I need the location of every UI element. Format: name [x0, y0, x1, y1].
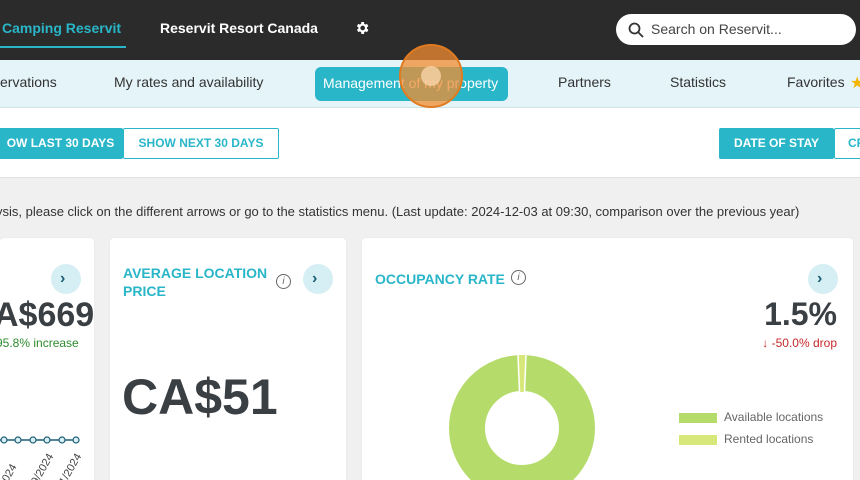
occupancy-card: OCCUPANCY RATE i › 1.5% ↓ -50.0% drop Av… — [362, 238, 853, 480]
click-indicator-center — [421, 66, 441, 86]
chevron-right-icon: › — [817, 270, 823, 287]
info-icon[interactable]: i — [276, 274, 291, 289]
revenue-details-button[interactable]: › — [51, 264, 81, 294]
legend-available: Available locations — [724, 410, 824, 424]
legend-swatch-rented — [679, 435, 717, 445]
date-tick: 29/2024 — [26, 451, 57, 480]
occupancy-donut-chart — [449, 354, 595, 480]
legend-swatch-available — [679, 413, 717, 423]
show-last-30-days-button[interactable]: OW LAST 30 DAYS — [0, 128, 123, 159]
arrow-down-icon: ↓ — [762, 336, 769, 350]
show-next-30-days-button[interactable]: SHOW NEXT 30 DAYS — [123, 128, 279, 159]
creation-date-button[interactable]: CR — [834, 128, 860, 159]
occupancy-details-button[interactable]: › — [808, 264, 838, 294]
chevron-right-icon: › — [60, 270, 66, 287]
average-price-value: CA$51 — [122, 369, 278, 425]
nav-item-partners[interactable]: Partners — [558, 60, 611, 108]
average-price-title: AVERAGE LOCATION PRICE — [123, 265, 268, 299]
gear-icon[interactable] — [354, 20, 370, 36]
revenue-delta: 95.8% increase — [0, 336, 79, 350]
date-of-stay-button[interactable]: DATE OF STAY — [719, 128, 834, 159]
nav-item-favorites[interactable]: Favorites — [787, 60, 845, 108]
date-tick: 024 — [0, 462, 20, 480]
legend-rented: Rented locations — [724, 432, 814, 446]
search-icon — [628, 22, 644, 38]
info-text: ysis, please click on the different arro… — [0, 204, 800, 219]
occupancy-delta-text: -50.0% drop — [771, 336, 837, 350]
average-price-details-button[interactable]: › — [303, 264, 333, 294]
occupancy-title: OCCUPANCY RATE — [375, 271, 505, 287]
star-icon[interactable]: ★ — [850, 73, 860, 93]
nav-item-reservations[interactable]: ervations — [0, 60, 57, 108]
date-tick: 01/2024 — [54, 451, 85, 480]
revenue-card: › A$669 95.8% increase 024 29/2024 01/20… — [0, 238, 94, 480]
average-price-card: AVERAGE LOCATION PRICE i › CA$51 — [110, 238, 346, 480]
period-toolbar: OW LAST 30 DAYS SHOW NEXT 30 DAYS DATE O… — [0, 108, 860, 178]
nav-item-statistics[interactable]: Statistics — [670, 60, 726, 108]
nav-item-rates-availability[interactable]: My rates and availability — [114, 60, 263, 108]
search-input[interactable]: Search on Reservit... — [616, 14, 856, 45]
chevron-right-icon: › — [312, 270, 318, 287]
revenue-value: A$669 — [0, 296, 94, 334]
info-icon[interactable]: i — [511, 270, 526, 285]
tab-camping-reservit[interactable]: Camping Reservit — [0, 0, 126, 48]
occupancy-delta: ↓ -50.0% drop — [762, 336, 837, 350]
revenue-sparkline — [0, 436, 80, 444]
tab-reservit-resort-canada[interactable]: Reservit Resort Canada — [160, 0, 318, 48]
search-placeholder: Search on Reservit... — [651, 21, 782, 37]
occupancy-value: 1.5% — [764, 296, 837, 332]
